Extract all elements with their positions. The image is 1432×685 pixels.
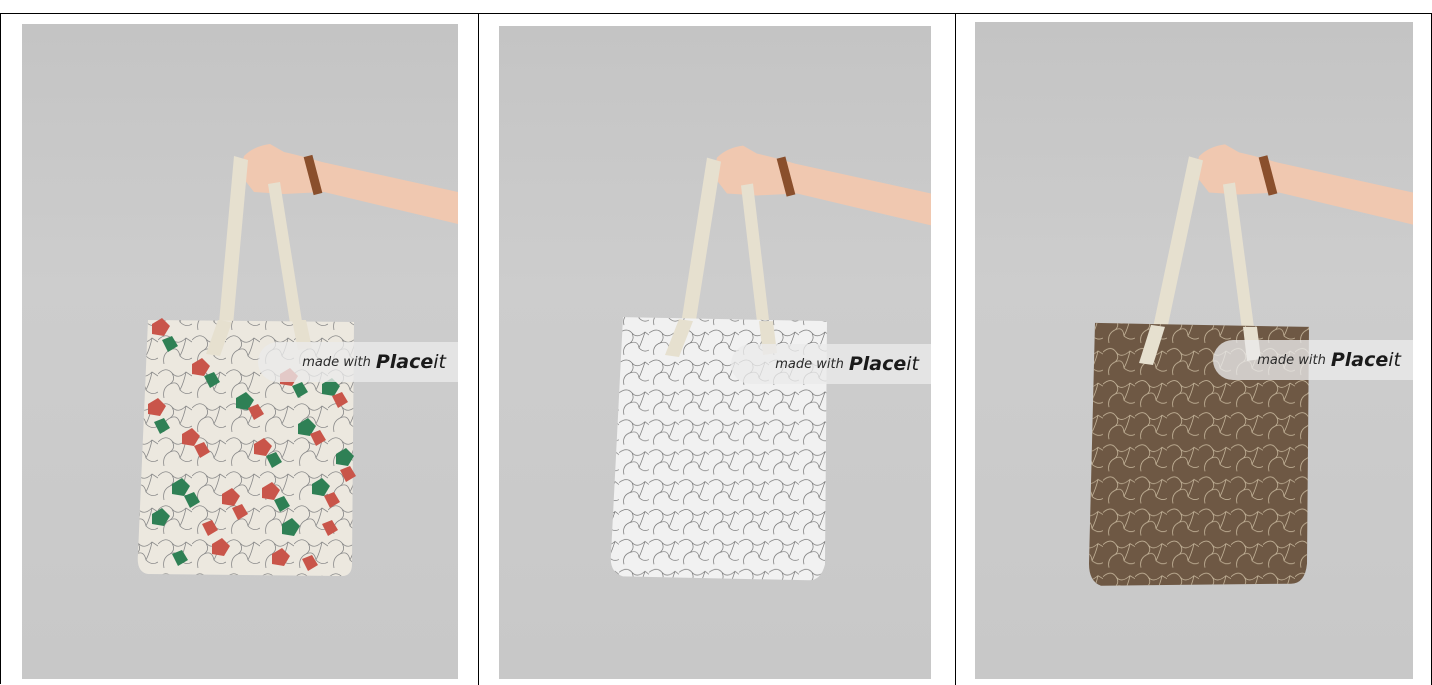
watermark-brand: Place: [375, 351, 434, 373]
placeit-watermark: made with Place it: [1213, 340, 1413, 380]
watermark-brand-suffix: it: [433, 351, 446, 373]
watermark-brand: Place: [848, 353, 907, 375]
watermark-prefix: made with: [775, 356, 844, 372]
mockup-cell-2: made with Place it: [479, 14, 956, 685]
watermark-brand: Place: [1330, 349, 1389, 371]
placeit-watermark: made with Place it: [731, 344, 931, 384]
mockup-cell-1: made with Place it: [1, 14, 479, 685]
mockup-grid: made with Place it made with Place it ma…: [0, 13, 1432, 685]
tote-bag-photo-2[interactable]: made with Place it: [499, 26, 931, 679]
watermark-brand-suffix: it: [906, 353, 919, 375]
watermark-prefix: made with: [1257, 352, 1326, 368]
tote-bag-photo-3[interactable]: made with Place it: [975, 22, 1413, 679]
mockup-cell-3: made with Place it: [956, 14, 1432, 685]
placeit-watermark: made with Place it: [258, 342, 458, 382]
tote-bag-photo-1[interactable]: made with Place it: [22, 24, 458, 679]
watermark-prefix: made with: [302, 354, 371, 370]
watermark-brand-suffix: it: [1388, 349, 1401, 371]
